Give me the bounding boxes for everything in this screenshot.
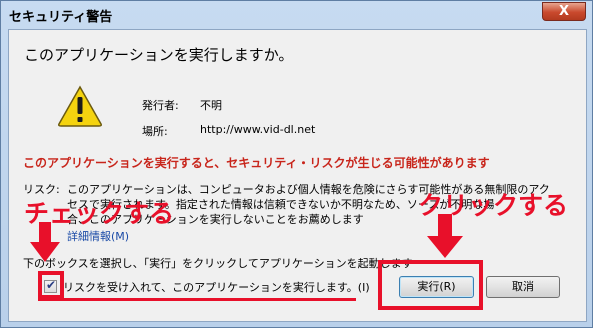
close-button[interactable]: X [542, 2, 586, 21]
annotation-underline [38, 298, 356, 301]
annotation-arrow-down-icon [30, 222, 60, 262]
publisher-value: 不明 [200, 99, 222, 112]
publisher-label: 発行者: [142, 99, 179, 112]
window-title: セキュリティ警告 [9, 10, 113, 25]
accept-risk-label[interactable]: リスクを受け入れて、このアプリケーションを実行します。(I) [63, 279, 370, 295]
dialog-body: このアプリケーションを実行しますか。 発行者: 不明 場所: http://ww… [8, 29, 587, 322]
instruction-text: 下のボックスを選択し、「実行」をクリックしてアプリケーションを起動します [23, 257, 413, 270]
security-warning-window: セキュリティ警告 X このアプリケーションを実行しますか。 発行者: 不明 場所… [0, 0, 593, 328]
risk-warning-text: このアプリケーションを実行すると、セキュリティ・リスクが生じる可能性があります [23, 156, 490, 170]
cancel-button[interactable]: 取消 [486, 276, 560, 298]
more-info-link[interactable]: 詳細情報(M) [67, 228, 129, 244]
annotation-arrow-down-icon [427, 214, 463, 258]
annotation-run-button-highlight [378, 260, 483, 310]
dialog-question: このアプリケーションを実行しますか。 [24, 46, 294, 64]
annotation-checkbox-highlight [38, 271, 64, 299]
location-value: http://www.vid-dl.net [200, 123, 316, 136]
title-bar[interactable]: セキュリティ警告 X [1, 1, 592, 29]
location-label: 場所: [142, 125, 168, 138]
warning-icon [58, 85, 102, 127]
